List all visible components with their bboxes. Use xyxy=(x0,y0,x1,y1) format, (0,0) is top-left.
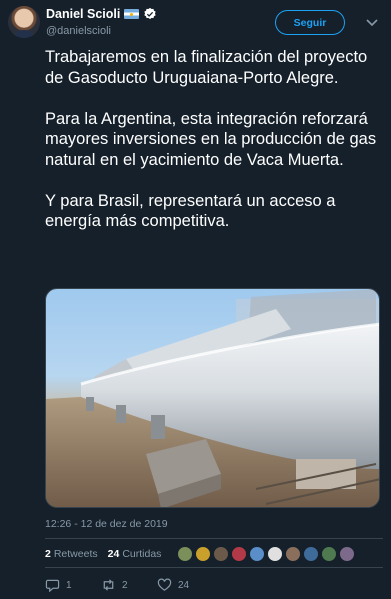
retweet-count: 2 xyxy=(122,579,128,591)
liker-avatar[interactable] xyxy=(303,546,320,562)
likes-label: Curtidas xyxy=(122,548,162,560)
avatar[interactable] xyxy=(8,6,40,38)
reply-count: 1 xyxy=(66,579,72,591)
retweet-icon xyxy=(103,579,114,591)
tweet-timestamp[interactable]: 12:26 - 12 de dez de 2019 xyxy=(45,518,168,530)
author-handle[interactable]: @danielscioli xyxy=(46,25,111,37)
retweets-label: Retweets xyxy=(53,548,98,560)
chevron-down-icon[interactable] xyxy=(365,18,379,28)
author-display-name[interactable]: Daniel Scioli xyxy=(46,7,120,21)
like-count: 24 xyxy=(178,579,190,591)
argentina-flag-icon xyxy=(124,9,140,19)
liker-avatars xyxy=(177,546,356,562)
author-name-row[interactable]: Daniel Scioli xyxy=(46,7,157,21)
likes-count: 24 xyxy=(107,548,120,560)
follow-button[interactable]: Seguir xyxy=(275,10,345,35)
liker-avatar[interactable] xyxy=(195,546,212,562)
liker-avatar[interactable] xyxy=(339,546,356,562)
tweet-paragraph: Y para Brasil, representará un acceso a … xyxy=(45,191,336,231)
liker-avatar[interactable] xyxy=(267,546,284,562)
liker-avatar[interactable] xyxy=(321,546,338,562)
retweets-stat[interactable]: 2 Retweets xyxy=(45,548,98,560)
retweet-button[interactable]: 2 xyxy=(101,578,157,592)
liker-avatar[interactable] xyxy=(177,546,194,562)
divider xyxy=(45,567,383,568)
pipeline-photo-illustration xyxy=(46,289,379,507)
liker-avatar[interactable] xyxy=(249,546,266,562)
retweets-count: 2 xyxy=(45,548,51,560)
reply-button[interactable]: 1 xyxy=(45,578,101,592)
verified-badge-icon xyxy=(144,7,157,20)
tweet-paragraph: Para la Argentina, esta integración refo… xyxy=(45,109,377,169)
tweet-actions: 1 2 24 xyxy=(45,578,217,592)
heart-icon xyxy=(157,578,172,591)
tweet-header: Daniel Scioli @danielscioli Seguir xyxy=(8,6,383,42)
liker-avatar[interactable] xyxy=(285,546,302,562)
like-button[interactable]: 24 xyxy=(157,578,217,592)
tweet-paragraph: Trabajaremos en la finalización del proy… xyxy=(45,48,368,87)
liker-avatar[interactable] xyxy=(231,546,248,562)
likes-stat[interactable]: 24 Curtidas xyxy=(108,548,162,560)
tweet-card: Daniel Scioli @danielscioli Seguir Traba… xyxy=(0,0,391,599)
liker-avatar[interactable] xyxy=(213,546,230,562)
reply-icon xyxy=(45,579,60,592)
tweet-stats: 2 Retweets 24 Curtidas xyxy=(45,546,356,562)
tweet-text: Trabajaremos en la finalización del proy… xyxy=(45,47,385,232)
divider xyxy=(45,538,383,539)
tweet-photo[interactable] xyxy=(45,288,380,508)
